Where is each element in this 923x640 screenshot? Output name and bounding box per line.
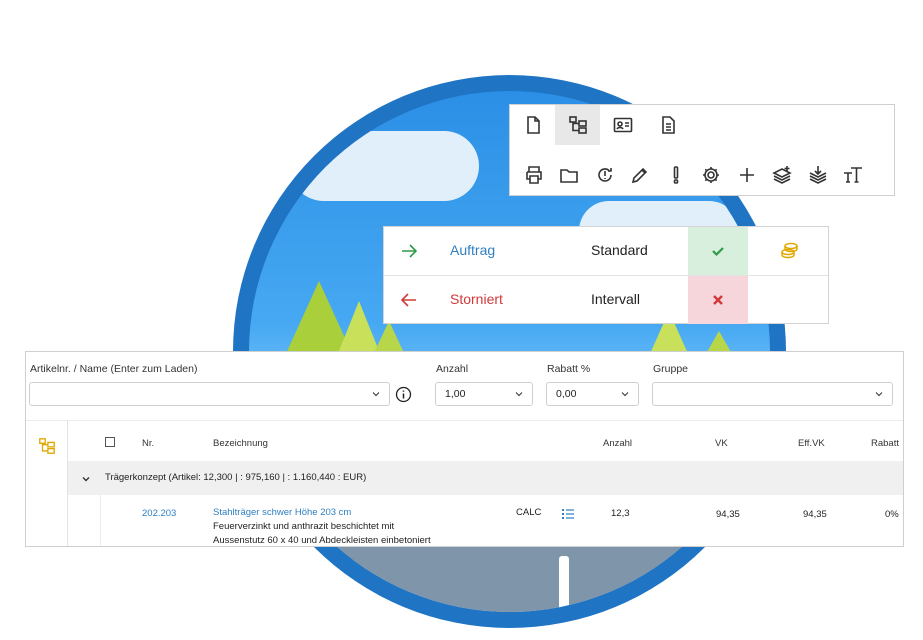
contact-card-icon xyxy=(613,117,632,133)
chevron-down-icon xyxy=(515,392,523,397)
item-quantity: 12,3 xyxy=(611,508,630,519)
exclamation-icon xyxy=(673,166,679,184)
item-number-link[interactable]: 202.203 xyxy=(142,508,176,519)
layers-add-icon xyxy=(772,166,793,184)
toolbar-tabs xyxy=(510,105,690,145)
item-description-line: Aussenstutz 60 x 40 und Abdeckleisten ei… xyxy=(213,535,431,546)
quantity-select[interactable]: 1,00 xyxy=(435,382,533,406)
discount-field-label: Rabatt % xyxy=(547,363,591,375)
add-layer-button[interactable] xyxy=(765,155,801,195)
arrow-left-icon xyxy=(400,293,416,307)
coins-icon[interactable] xyxy=(780,241,800,261)
tab-tree-structure[interactable] xyxy=(555,105,600,145)
status-row-auftrag[interactable]: Auftrag Standard xyxy=(384,227,828,276)
status-cancel-cell[interactable] xyxy=(688,276,748,324)
toolbar-actions xyxy=(516,155,871,195)
add-button[interactable] xyxy=(729,155,765,195)
text-size-button[interactable] xyxy=(836,155,872,195)
status-panel: Auftrag Standard Storniert Intervall xyxy=(383,226,829,324)
column-header-description[interactable]: Bezeichnung xyxy=(213,438,268,449)
item-title-link[interactable]: Stahlträger schwer Höhe 203 cm xyxy=(213,507,351,518)
column-header-quantity[interactable]: Anzahl xyxy=(603,438,632,449)
discount-select[interactable]: 0,00 xyxy=(546,382,639,406)
edit-button[interactable] xyxy=(623,155,659,195)
column-header-eff-vk[interactable]: Eff.VK xyxy=(798,438,825,449)
document-icon xyxy=(526,116,540,134)
gear-icon xyxy=(703,167,720,183)
download-layer-button[interactable] xyxy=(800,155,836,195)
info-icon[interactable] xyxy=(395,386,412,403)
folder-button[interactable] xyxy=(552,155,588,195)
text-size-icon xyxy=(844,167,863,183)
status-row-storniert[interactable]: Storniert Intervall xyxy=(384,276,828,324)
header-divider xyxy=(26,420,903,421)
group-summary: Trägerkonzept (Artikel: 12,300 | : 975,1… xyxy=(105,472,367,483)
chevron-down-icon xyxy=(875,392,883,397)
item-discount: 0% xyxy=(885,509,899,520)
tree-structure-icon xyxy=(568,116,587,134)
refresh-alert-button[interactable] xyxy=(587,155,623,195)
group-select[interactable] xyxy=(652,382,893,406)
status-type: Intervall xyxy=(591,291,641,307)
chevron-down-icon xyxy=(621,392,629,397)
article-search-input[interactable] xyxy=(29,382,390,406)
tab-contact[interactable] xyxy=(600,105,645,145)
pencil-icon xyxy=(632,167,648,184)
plus-icon xyxy=(739,168,754,182)
list-icon[interactable] xyxy=(562,508,574,520)
column-header-nr[interactable]: Nr. xyxy=(142,438,154,449)
article-field-label: Artikelnr. / Name (Enter zum Laden) xyxy=(30,363,198,375)
text-document-icon xyxy=(661,116,675,134)
chevron-down-icon[interactable] xyxy=(81,474,91,484)
order-panel: Artikelnr. / Name (Enter zum Laden) Anza… xyxy=(25,351,904,547)
tree-structure-icon[interactable] xyxy=(38,437,56,455)
settings-button[interactable] xyxy=(694,155,730,195)
arrow-right-icon xyxy=(402,244,418,258)
group-row[interactable]: Trägerkonzept (Artikel: 12,300 | : 975,1… xyxy=(68,461,903,495)
alert-button[interactable] xyxy=(658,155,694,195)
status-confirm-cell[interactable] xyxy=(688,227,748,275)
status-label: Storniert xyxy=(450,291,503,307)
chevron-down-icon xyxy=(372,392,380,397)
status-label: Auftrag xyxy=(450,242,496,258)
print-button[interactable] xyxy=(516,155,552,195)
quantity-field-label: Anzahl xyxy=(436,363,469,375)
select-all-checkbox[interactable] xyxy=(105,437,115,447)
item-vk: 94,35 xyxy=(716,509,740,520)
item-calc-badge: CALC xyxy=(516,507,542,518)
tab-text-document[interactable] xyxy=(645,105,690,145)
folder-icon xyxy=(560,169,579,183)
item-description-line: Feuerverzinkt und anthrazit beschichtet … xyxy=(213,521,395,532)
column-header-vk[interactable]: VK xyxy=(715,438,728,449)
group-field-label: Gruppe xyxy=(653,363,689,375)
refresh-alert-icon xyxy=(597,168,612,182)
item-eff-vk: 94,35 xyxy=(803,509,827,520)
checkmark-icon xyxy=(712,247,724,257)
column-header-discount[interactable]: Rabatt xyxy=(871,438,899,449)
layers-download-icon xyxy=(809,166,827,184)
toolbar-panel xyxy=(509,104,895,196)
status-type: Standard xyxy=(591,242,648,258)
cross-icon xyxy=(713,295,723,305)
printer-icon xyxy=(525,166,542,184)
tab-document[interactable] xyxy=(510,105,555,145)
